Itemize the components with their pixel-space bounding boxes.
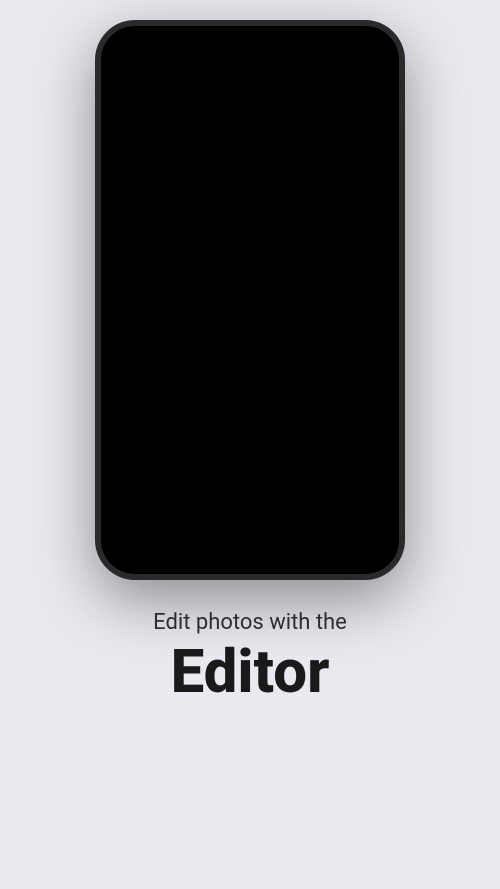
saturation-label: Saturation: [263, 440, 304, 450]
crop-nav-item[interactable]: [124, 465, 160, 493]
rotate-icon: [202, 350, 230, 378]
tool-rotate[interactable]: Rotate: [186, 344, 246, 398]
mirror-icon: [337, 350, 365, 378]
filter-nav-icon: [186, 469, 206, 489]
grid-nav-icon: [348, 469, 368, 489]
boat-hull: [220, 183, 242, 191]
mirror-label: Mirror: [339, 382, 363, 392]
tool-exposure[interactable]: Exposure: [186, 402, 246, 456]
adjust-nav-icon: [240, 469, 260, 489]
tool-vignette[interactable]: Vignette: [321, 402, 381, 456]
small-boat-1: [351, 131, 359, 137]
phone-wrapper: Crop Rotate Straighten: [0, 0, 500, 580]
crop-label: Crop: [139, 382, 158, 392]
color-nav-item[interactable]: [286, 465, 322, 493]
water-reflection: [201, 196, 261, 276]
bottom-nav: [115, 460, 385, 495]
boat: [216, 146, 246, 196]
subtitle: Edit photos with the: [40, 610, 460, 635]
color-nav-icon: [294, 469, 314, 489]
adjust-nav-item[interactable]: [232, 465, 268, 493]
tool-mirror[interactable]: Mirror: [321, 344, 381, 398]
text-section: Edit photos with the Editor: [0, 580, 500, 725]
rotate-label: Rotate: [203, 382, 229, 392]
tool-contrast[interactable]: Contrast: [119, 402, 179, 456]
filter-nav-item[interactable]: [178, 465, 214, 493]
vignette-icon: [337, 408, 365, 436]
contrast-icon: [135, 408, 163, 436]
contrast-label: Contrast: [132, 440, 166, 450]
vignette-label: Vignette: [335, 440, 368, 450]
grid-nav-item[interactable]: [340, 465, 376, 493]
photo-area: [101, 26, 399, 336]
crop-icon: [135, 350, 163, 378]
title: Editor: [40, 639, 460, 705]
boat-sail: [222, 151, 238, 181]
phone-screen: Crop Rotate Straighten: [101, 26, 399, 574]
tool-straighten[interactable]: Straighten: [254, 344, 314, 398]
tool-crop[interactable]: Crop: [119, 344, 179, 398]
toolbar-row-2: Contrast Exposure Saturation: [115, 402, 385, 456]
straighten-label: Straighten: [263, 382, 304, 392]
toolbar-panel: Crop Rotate Straighten: [109, 336, 391, 503]
phone-frame: Crop Rotate Straighten: [95, 20, 405, 580]
small-boat-2: [323, 141, 329, 146]
exposure-label: Exposure: [198, 440, 235, 450]
exposure-icon: [202, 408, 230, 436]
straighten-icon: [270, 350, 298, 378]
crop-nav-icon: [132, 469, 152, 489]
toolbar-row-1: Crop Rotate Straighten: [115, 344, 385, 398]
saturation-icon: [270, 408, 298, 436]
tool-saturation[interactable]: Saturation: [254, 402, 314, 456]
